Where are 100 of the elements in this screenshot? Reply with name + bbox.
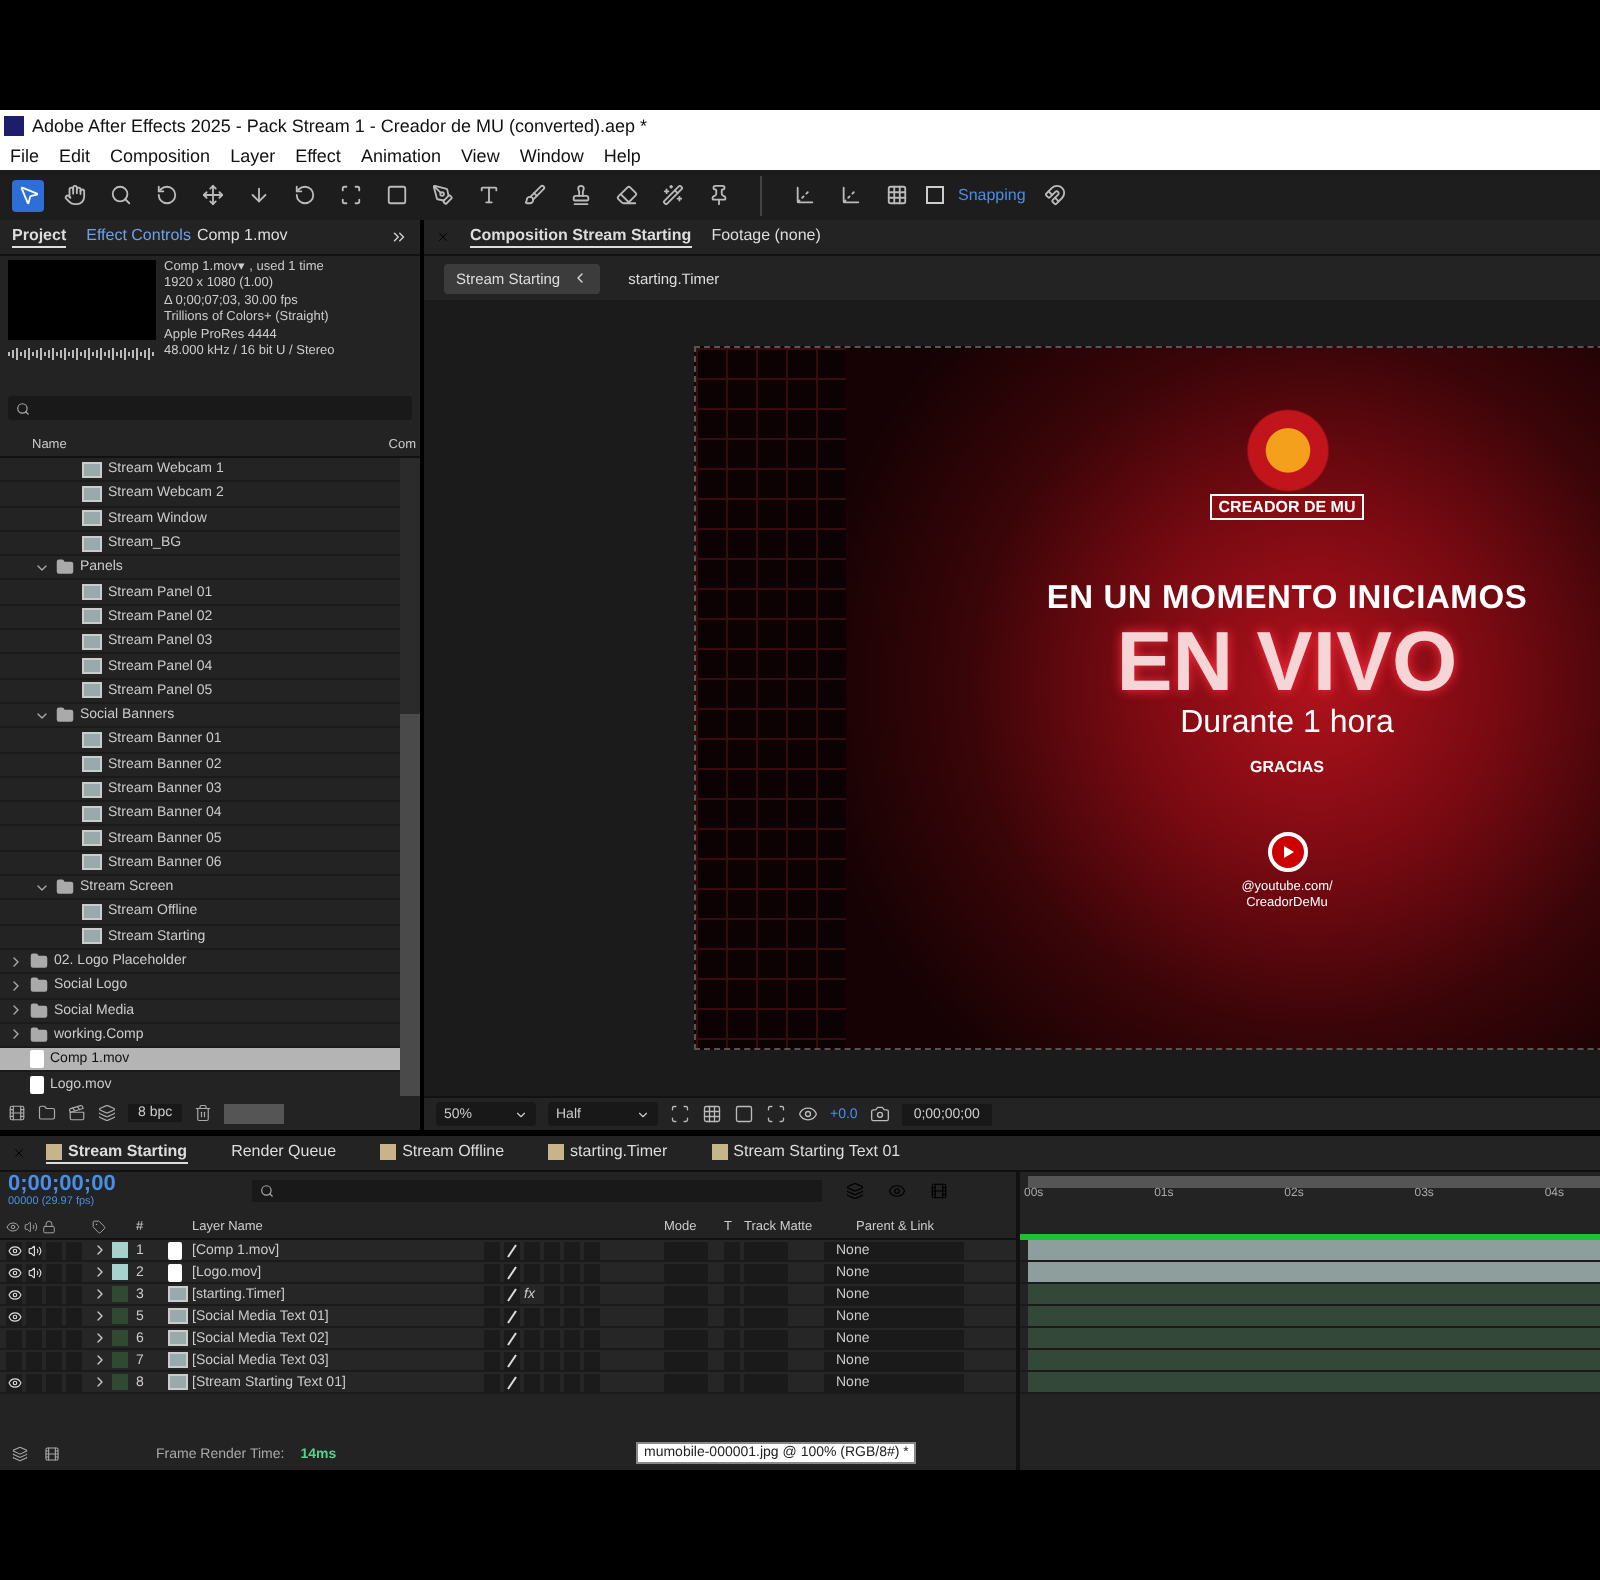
panel-tab[interactable]: Composition Stream Starting xyxy=(470,226,692,248)
folder-icon xyxy=(56,878,74,897)
label-swatch[interactable] xyxy=(112,1330,128,1346)
trash-icon xyxy=(194,1104,213,1122)
chevron-right-icon[interactable] xyxy=(8,953,24,970)
text-tool-icon xyxy=(477,184,499,206)
scrollbar[interactable] xyxy=(400,458,420,1096)
timeline-tab[interactable]: Stream Starting Text 01 xyxy=(711,1142,901,1164)
lock-icon xyxy=(42,1219,56,1233)
transparency-grid-icon xyxy=(702,1104,722,1124)
chevron-right-icon[interactable] xyxy=(8,977,24,994)
title-text: EN VIVO xyxy=(1116,618,1458,706)
layer-duration-bar[interactable] xyxy=(1028,1328,1600,1348)
roto-tool-icon xyxy=(661,184,683,206)
timeline-tab[interactable]: Stream Starting xyxy=(46,1142,188,1164)
menu-item[interactable]: File xyxy=(10,145,40,165)
caret-icon xyxy=(514,1107,528,1121)
new-folder-icon xyxy=(38,1104,56,1122)
menu-item[interactable]: Help xyxy=(603,145,641,165)
label-swatch[interactable] xyxy=(112,1264,128,1280)
menu-item[interactable]: Window xyxy=(519,145,584,165)
hand-tool-icon xyxy=(63,184,85,206)
search-icon xyxy=(260,1184,274,1198)
close-icon xyxy=(436,230,450,244)
menu-item[interactable]: View xyxy=(460,145,500,165)
visibility-toggle[interactable] xyxy=(6,1285,22,1303)
brush-tool-icon xyxy=(523,184,545,206)
eraser-tool-icon xyxy=(615,184,637,206)
work-area-bar[interactable] xyxy=(1028,1176,1600,1188)
speaker-icon xyxy=(24,1219,38,1233)
pointer-icon xyxy=(17,184,39,206)
layer-duration-bar[interactable] xyxy=(1028,1284,1600,1304)
layer-duration-bar[interactable] xyxy=(1028,1372,1600,1392)
panel-tab[interactable]: Project xyxy=(12,226,67,248)
axis-icon xyxy=(793,184,815,206)
label-swatch[interactable] xyxy=(112,1374,128,1390)
folder-icon xyxy=(56,706,74,725)
label-swatch[interactable] xyxy=(112,1242,128,1258)
folder-icon xyxy=(30,1025,48,1044)
app-logo-icon xyxy=(4,115,24,135)
timeline-tab[interactable]: starting.Timer xyxy=(548,1142,668,1164)
audio-toggle[interactable] xyxy=(26,1241,42,1259)
note-text: GRACIAS xyxy=(1250,758,1324,776)
timeline-tab[interactable]: Stream Offline xyxy=(380,1142,505,1164)
snapping-checkbox[interactable] xyxy=(926,186,944,204)
chevron-right-icon[interactable] xyxy=(8,1002,24,1019)
mask-icon xyxy=(734,1104,754,1124)
color-swatch[interactable] xyxy=(224,1103,285,1123)
menu-item[interactable]: Composition xyxy=(110,145,211,165)
eye-icon xyxy=(6,1219,20,1233)
folder-icon xyxy=(30,952,48,971)
rotate-tool-icon xyxy=(293,184,315,206)
waveform-icon xyxy=(8,348,156,360)
layer-duration-bar[interactable] xyxy=(1028,1240,1600,1260)
pin-tool-icon xyxy=(707,184,729,206)
new-composition-icon xyxy=(68,1104,86,1122)
chevron-right-icon[interactable] xyxy=(8,1026,24,1043)
search-field[interactable] xyxy=(8,396,412,420)
layer-duration-bar[interactable] xyxy=(1028,1306,1600,1326)
folder-icon xyxy=(30,1001,48,1020)
panel-tab[interactable]: Effect Controls Comp 1.mov xyxy=(86,226,288,248)
close-icon xyxy=(12,1146,26,1160)
layer-duration-bar[interactable] xyxy=(1028,1350,1600,1370)
orbit-tool-icon xyxy=(155,184,177,206)
anchor-tool-icon xyxy=(339,184,361,206)
grid-icon xyxy=(885,184,907,206)
layer-search-field[interactable] xyxy=(252,1180,822,1202)
selection-tool[interactable] xyxy=(12,179,44,211)
folder-icon xyxy=(30,976,48,995)
play-icon xyxy=(1267,832,1307,872)
zoom-tool-icon xyxy=(109,184,131,206)
magnet-icon xyxy=(1044,184,1067,206)
folder-icon xyxy=(56,558,74,577)
audio-toggle[interactable] xyxy=(26,1263,42,1281)
snapping-label: Snapping xyxy=(958,186,1026,204)
menu-item[interactable]: Layer xyxy=(230,145,276,165)
more-panels-icon[interactable] xyxy=(390,228,408,246)
visibility-toggle[interactable] xyxy=(6,1373,22,1391)
caret-icon xyxy=(636,1107,650,1121)
menu-item[interactable]: Edit xyxy=(59,145,91,165)
layer-duration-bar[interactable] xyxy=(1028,1262,1600,1282)
menu-item[interactable]: Effect xyxy=(295,145,341,165)
label-swatch[interactable] xyxy=(112,1352,128,1368)
timeline-tab[interactable]: Render Queue xyxy=(231,1142,337,1164)
stamp-tool-icon xyxy=(569,184,591,206)
timecode-display[interactable]: 0;00;00;00 xyxy=(8,1174,228,1196)
move-tool-icon xyxy=(201,184,223,206)
panel-tab[interactable]: Footage (none) xyxy=(711,226,821,248)
menu-item[interactable]: Animation xyxy=(360,145,441,165)
visibility-toggle[interactable] xyxy=(6,1263,22,1281)
pen-tool-icon xyxy=(431,184,453,206)
visibility-toggle[interactable] xyxy=(6,1241,22,1259)
label-swatch[interactable] xyxy=(112,1286,128,1302)
search-icon xyxy=(16,401,30,415)
label-swatch[interactable] xyxy=(112,1308,128,1324)
visibility-toggle[interactable] xyxy=(6,1307,22,1325)
subtitle-text: Durante 1 hora xyxy=(1180,706,1394,742)
axis-icon xyxy=(839,184,861,206)
window-title: Adobe After Effects 2025 - Pack Stream 1 - Creador de MU (converted).aep * xyxy=(32,115,647,135)
camera-icon xyxy=(869,1104,890,1124)
